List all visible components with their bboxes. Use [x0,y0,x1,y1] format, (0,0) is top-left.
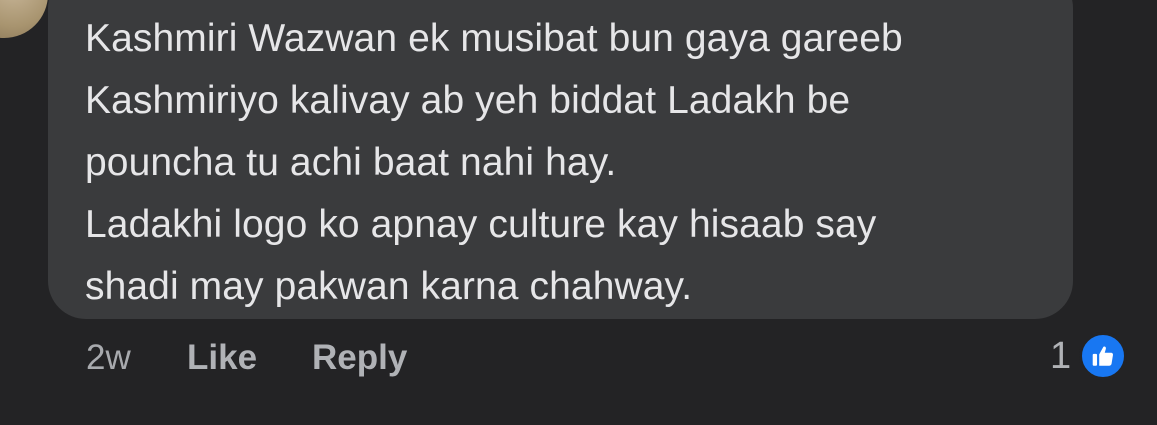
comment-text: Kashmiri Wazwan ek musibat bun gaya gare… [85,8,1065,318]
comment-line: shadi may pakwan karna chahway. [85,265,693,308]
comment-timestamp[interactable]: 2w [86,338,131,378]
comment-line: Kashmiriyo kalivay ab yeh biddat Ladakh … [85,79,851,122]
comment-line: pouncha tu achi baat nahi hay. [85,141,617,184]
comment-line: Kashmiri Wazwan ek musibat bun gaya gare… [85,17,903,60]
reaction-summary[interactable]: 1 [1050,331,1128,381]
reaction-count: 1 [1050,334,1072,377]
thumbs-up-glyph [1092,346,1114,366]
comment-line: Ladakhi logo ko apnay culture kay hisaab… [85,203,877,246]
avatar[interactable] [0,0,48,38]
like-button[interactable]: Like [187,338,257,378]
reply-button[interactable]: Reply [312,338,407,378]
thumbs-up-icon [1079,332,1128,380]
